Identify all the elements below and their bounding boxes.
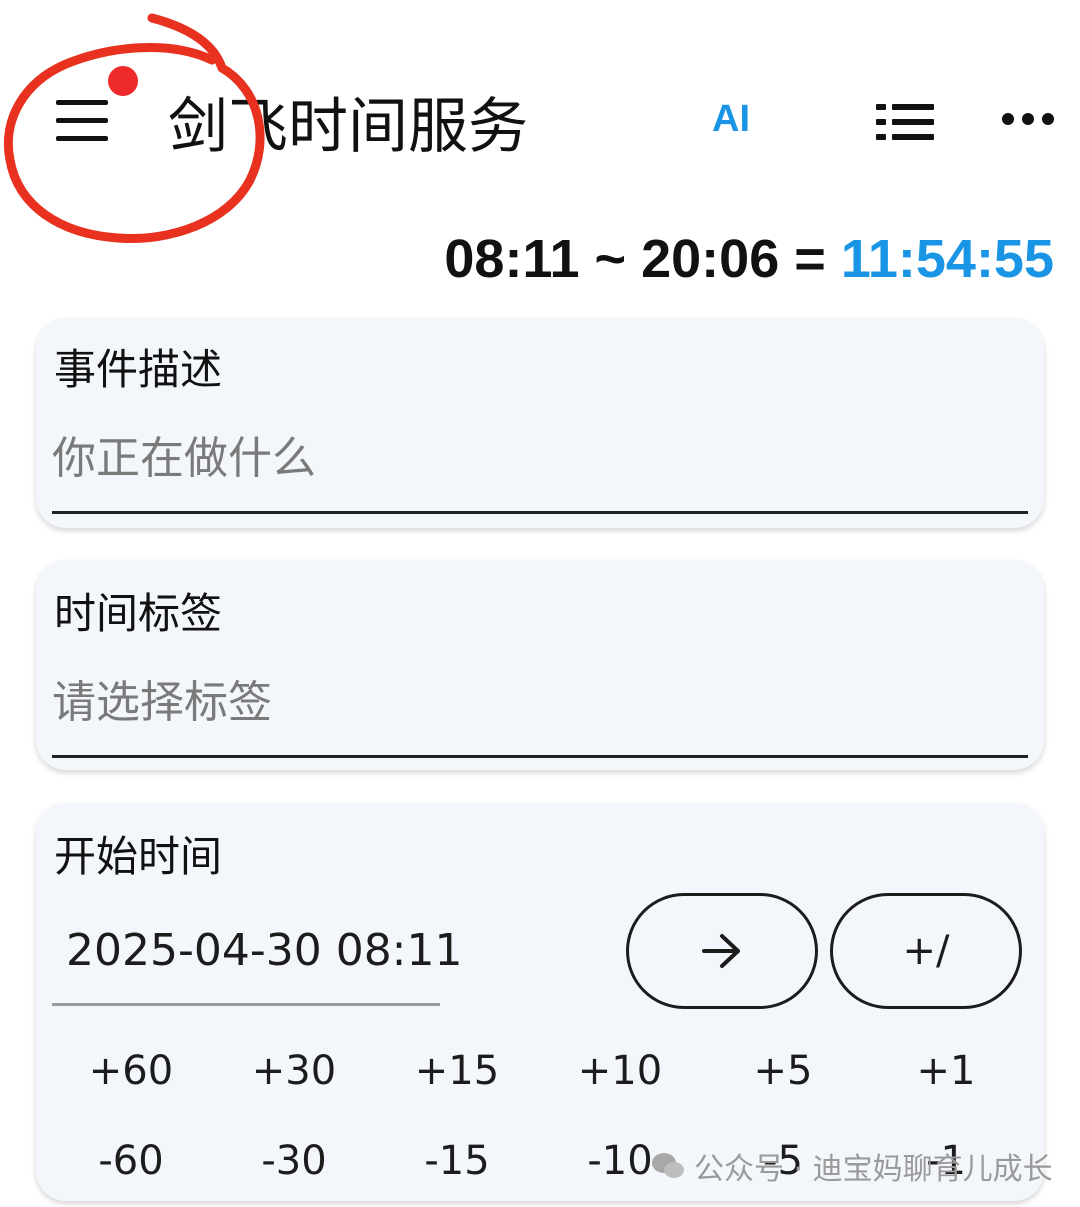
duration-end: 20:06: [641, 229, 780, 289]
minus-15-button[interactable]: -15: [397, 1138, 517, 1184]
duration-total: 11:54:55: [840, 229, 1054, 289]
plus-30-button[interactable]: +30: [234, 1048, 354, 1094]
duration-equals: =: [794, 229, 826, 289]
ai-button[interactable]: AI: [712, 98, 750, 141]
page-title: 剑飞时间服务: [168, 92, 528, 162]
plus-minus-toggle[interactable]: +/: [830, 893, 1022, 1009]
event-card: 事件描述: [36, 318, 1044, 528]
tag-underline: [52, 755, 1028, 758]
start-time-input[interactable]: 2025-04-30 08:11: [66, 925, 463, 976]
plus-15-button[interactable]: +15: [397, 1048, 517, 1094]
plus-1-button[interactable]: +1: [886, 1048, 1006, 1094]
minus-60-button[interactable]: -60: [71, 1138, 191, 1184]
plus-60-button[interactable]: +60: [71, 1048, 191, 1094]
start-time-label: 开始时间: [54, 832, 223, 881]
list-button[interactable]: [876, 104, 936, 140]
start-time-underline: [52, 1003, 440, 1006]
menu-button[interactable]: [52, 100, 112, 142]
watermark-text: 公众号 · 迪宝妈聊育儿成长: [694, 1152, 1053, 1187]
time-tag-select[interactable]: [52, 672, 1028, 732]
tag-label: 时间标签: [54, 589, 223, 638]
notification-dot: [108, 66, 138, 96]
wechat-icon: [652, 1153, 684, 1178]
arrow-right-icon: [702, 934, 740, 968]
event-description-input[interactable]: [52, 428, 1028, 488]
next-button[interactable]: [626, 893, 818, 1009]
watermark: 公众号 · 迪宝妈聊育儿成长: [650, 1144, 1053, 1188]
duration-summary: 08:11 ~ 20:06 = 11:54:55: [444, 228, 1054, 290]
plus-10-button[interactable]: +10: [560, 1048, 680, 1094]
event-underline: [52, 511, 1028, 514]
event-label: 事件描述: [54, 345, 223, 394]
minus-30-button[interactable]: -30: [234, 1138, 354, 1184]
more-button[interactable]: [1002, 113, 1056, 127]
duration-separator: ~: [594, 229, 627, 289]
plus-5-button[interactable]: +5: [723, 1048, 843, 1094]
duration-start: 08:11: [444, 229, 580, 289]
start-time-card: 开始时间 2025-04-30 08:11 +/ +60 +30 +15 +10…: [36, 803, 1044, 1201]
tag-card: 时间标签: [36, 560, 1044, 770]
